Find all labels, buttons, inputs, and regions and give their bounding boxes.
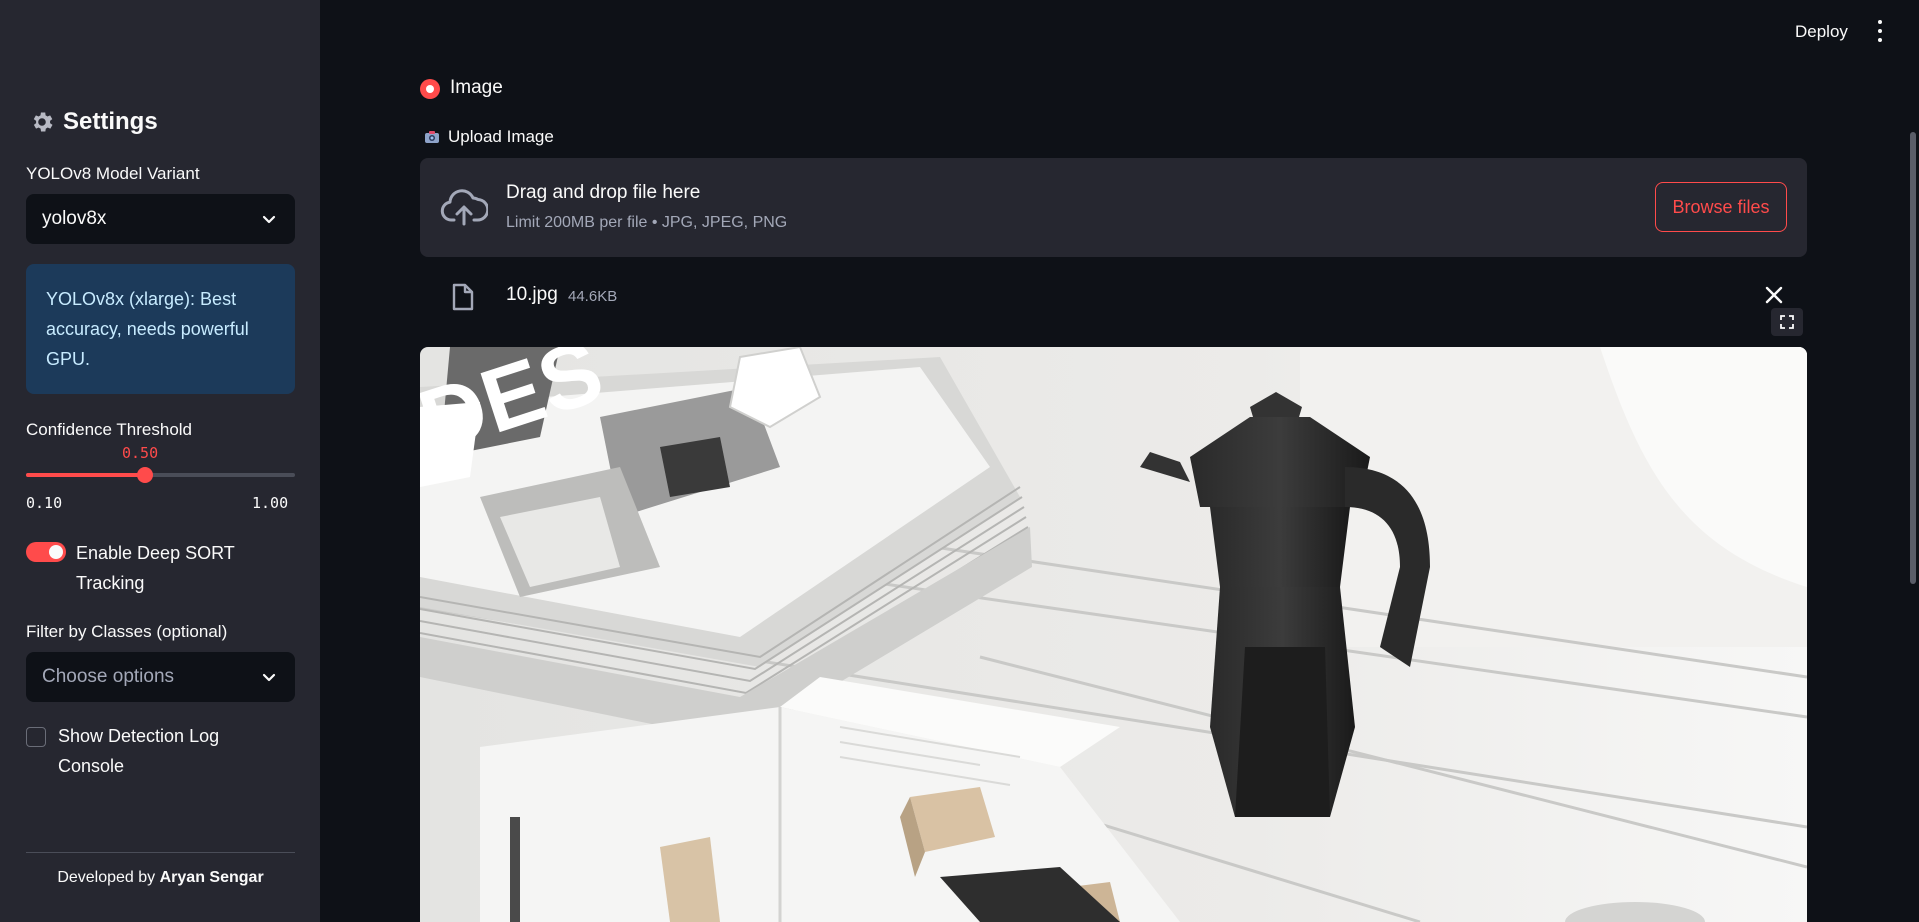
uploaded-file-name: 10.jpg [506, 284, 558, 305]
model-info-box: YOLOv8x (xlarge): Best accuracy, needs p… [26, 264, 295, 394]
radio-dot [426, 85, 434, 93]
model-variant-label: YOLOv8 Model Variant [26, 164, 200, 183]
tracking-toggle[interactable] [26, 542, 66, 562]
browse-files-button[interactable]: Browse files [1655, 182, 1787, 232]
footer-prefix: Developed by [57, 869, 160, 886]
main-scrollbar[interactable] [1910, 132, 1916, 584]
slider-thumb[interactable] [137, 467, 154, 483]
filter-classes-select[interactable]: Choose options [26, 652, 295, 702]
filter-classes-placeholder: Choose options [42, 666, 175, 687]
chevron-down-icon [262, 673, 276, 682]
file-icon [452, 283, 474, 311]
cloud-upload-icon [440, 189, 488, 226]
camera-icon [425, 131, 439, 143]
fullscreen-button[interactable] [1771, 308, 1803, 336]
file-dropzone[interactable]: Drag and drop file here Limit 200MB per … [420, 158, 1807, 257]
model-variant-value: yolov8x [42, 208, 107, 229]
chevron-down-icon [262, 215, 276, 224]
sidebar-divider [26, 852, 295, 853]
confidence-slider[interactable] [26, 467, 295, 483]
footer-author: Aryan Sengar [159, 869, 264, 886]
confidence-label: Confidence Threshold [26, 420, 193, 439]
slider-min-label: 0.10 [26, 494, 63, 512]
deploy-button[interactable]: Deploy [1795, 22, 1848, 42]
sidebar: Settings YOLOv8 Model Variant yolov8x YO… [0, 0, 320, 922]
model-variant-select[interactable]: yolov8x [26, 194, 295, 244]
dropzone-subtitle: Limit 200MB per file • JPG, JPEG, PNG [506, 214, 788, 231]
detection-log-label: Show Detection Log Console [58, 726, 220, 776]
filter-classes-label: Filter by Classes (optional) [26, 622, 228, 641]
kebab-menu-icon[interactable] [1873, 20, 1887, 42]
sidebar-title: Settings [29, 108, 158, 136]
toggle-knob [49, 545, 63, 559]
uploaded-file-size: 44.6KB [568, 288, 618, 305]
slider-fill [26, 473, 146, 477]
detection-log-checkbox[interactable] [26, 727, 46, 747]
settings-heading: Settings [63, 108, 158, 135]
upload-image-text: Upload Image [448, 127, 554, 146]
fullscreen-icon [1780, 315, 1794, 329]
gear-icon [33, 112, 53, 132]
upload-image-label: Upload Image [424, 127, 554, 147]
uploaded-image: DES [420, 347, 1807, 922]
confidence-value: 0.50 [122, 444, 159, 462]
uploaded-image-content: DES [420, 347, 1807, 922]
image-mode-radio[interactable] [420, 79, 440, 99]
close-icon[interactable] [1765, 286, 1783, 304]
slider-max-label: 1.00 [252, 494, 289, 512]
image-mode-label: Image [450, 77, 503, 98]
tracking-label: Enable Deep SORT Tracking [76, 543, 235, 593]
footer-credit: Developed by Aryan Sengar [26, 869, 295, 887]
dropzone-title: Drag and drop file here [506, 182, 701, 203]
